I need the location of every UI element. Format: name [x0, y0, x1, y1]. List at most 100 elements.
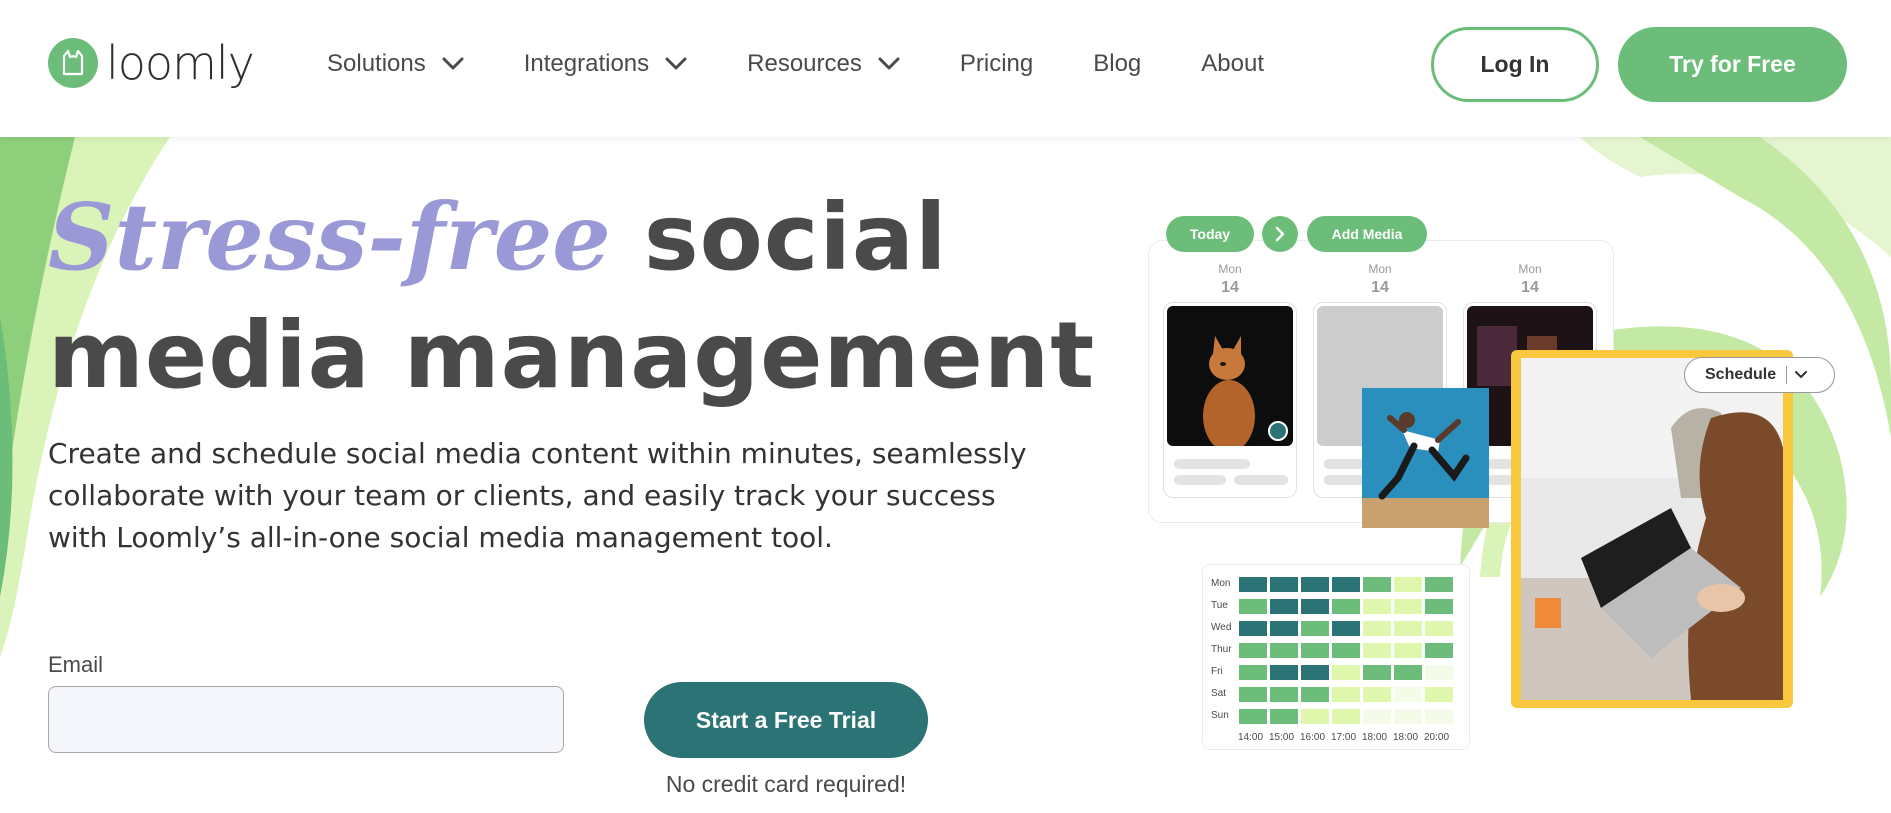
day-number: 14: [1221, 279, 1239, 296]
chevron-down-icon: [442, 57, 464, 71]
logo-wordmark: loomly: [106, 36, 255, 90]
chevron-down-icon: [665, 57, 687, 71]
heatmap-row-label: Mon: [1211, 578, 1231, 589]
start-free-trial-button[interactable]: Start a Free Trial: [644, 682, 928, 758]
heatmap-cell: [1332, 643, 1360, 658]
heatmap-cell: [1270, 709, 1298, 724]
nav-integrations[interactable]: Integrations: [524, 50, 687, 78]
login-button[interactable]: Log In: [1431, 27, 1599, 102]
heatmap-row-label: Tue: [1211, 600, 1228, 611]
heatmap-cell: [1363, 665, 1391, 680]
heatmap-cell: [1425, 665, 1453, 680]
heatmap-cell: [1270, 621, 1298, 636]
headline-line1-rest: social: [643, 184, 948, 291]
nav-label: About: [1201, 50, 1264, 77]
heatmap-cell: [1394, 577, 1422, 592]
logo-cat-icon: [48, 38, 98, 88]
heatmap-cell: [1332, 599, 1360, 614]
schedule-label: Schedule: [1705, 366, 1777, 383]
schedule-dropdown[interactable]: Schedule: [1684, 357, 1835, 393]
heatmap-cell: [1239, 643, 1267, 658]
heatmap-cell: [1239, 577, 1267, 592]
heatmap-row-label: Thur: [1211, 644, 1232, 655]
heatmap-cell: [1394, 621, 1422, 636]
nav-label: Blog: [1093, 50, 1142, 77]
headline-line2: media management: [48, 302, 1096, 409]
heatmap-col-label: 20:00: [1424, 732, 1450, 743]
heatmap-cell: [1332, 687, 1360, 702]
heatmap-cell: [1425, 621, 1453, 636]
laptop-woman-photo: [1521, 358, 1783, 700]
heatmap-col-label: 18:00: [1362, 732, 1388, 743]
day-number: 14: [1521, 279, 1539, 296]
featured-post-frame: [1511, 350, 1793, 708]
heatmap-cell: [1394, 599, 1422, 614]
heatmap-cell: [1425, 577, 1453, 592]
nav-resources[interactable]: Resources: [747, 50, 900, 78]
email-field[interactable]: [48, 686, 564, 753]
heatmap-cell: [1239, 621, 1267, 636]
heatmap-cell: [1301, 665, 1329, 680]
heatmap-cell: [1270, 665, 1298, 680]
heatmap-row-label: Fri: [1211, 666, 1223, 677]
best-time-heatmap: Mon Tue Wed Thur Fri Sat Sun 14:00 15:00 16:00 17:…: [1202, 564, 1470, 750]
heatmap-row-label: Sat: [1211, 688, 1227, 699]
scheduled-post-card[interactable]: [1163, 302, 1297, 498]
day-label: Mon: [1518, 262, 1542, 276]
no-credit-card-note: No credit card required!: [665, 771, 907, 797]
heatmap-cell: [1363, 709, 1391, 724]
heatmap-cell: [1301, 687, 1329, 702]
heatmap-cell: [1270, 643, 1298, 658]
day-label: Mon: [1218, 262, 1242, 276]
nav-label: Integrations: [523, 50, 650, 77]
main-nav: Solutions Integrations Resources Pricing…: [327, 50, 1324, 78]
heatmap-cell: [1363, 643, 1391, 658]
heatmap-cell: [1332, 577, 1360, 592]
heatmap-cell: [1270, 687, 1298, 702]
heatmap-cell: [1332, 621, 1360, 636]
today-button[interactable]: Today: [1166, 216, 1254, 252]
heatmap-cell: [1394, 643, 1422, 658]
heatmap-cell: [1301, 709, 1329, 724]
heatmap-col-label: 18:00: [1393, 732, 1419, 743]
heatmap-cell: [1425, 687, 1453, 702]
heatmap-row-label: Wed: [1211, 622, 1232, 633]
heatmap-cell: [1270, 599, 1298, 614]
chevron-down-icon: [1795, 371, 1808, 378]
heatmap-cell: [1239, 709, 1267, 724]
heatmap-cell: [1239, 687, 1267, 702]
heatmap-cell: [1239, 599, 1267, 614]
heatmap-cell: [1332, 709, 1360, 724]
heatmap-row-label: Sun: [1211, 710, 1229, 721]
nav-blog[interactable]: Blog: [1093, 50, 1141, 78]
heatmap-cell: [1363, 687, 1391, 702]
heatmap-cell: [1394, 709, 1422, 724]
heatmap-cell: [1425, 599, 1453, 614]
heatmap-cell: [1363, 577, 1391, 592]
heatmap-cell: [1301, 621, 1329, 636]
try-for-free-button[interactable]: Try for Free: [1618, 27, 1847, 102]
chevron-down-icon: [878, 57, 900, 71]
heatmap-cell: [1363, 621, 1391, 636]
heatmap-cell: [1425, 643, 1453, 658]
headline-accent: Stress-free: [48, 183, 611, 291]
instagram-icon: [1268, 421, 1288, 441]
heatmap-cell: [1301, 643, 1329, 658]
nav-label: Solutions: [327, 50, 426, 77]
heatmap-col-label: 17:00: [1331, 732, 1357, 743]
heatmap-cell: [1425, 709, 1453, 724]
hero-headline: Stress-free social media management: [48, 178, 1095, 415]
logo[interactable]: loomly: [48, 36, 255, 90]
day-number: 14: [1371, 279, 1389, 296]
nav-solutions[interactable]: Solutions: [327, 50, 464, 78]
next-arrow-button[interactable]: [1262, 216, 1298, 252]
nav-about[interactable]: About: [1201, 50, 1264, 78]
add-media-button[interactable]: Add Media: [1307, 216, 1427, 252]
heatmap-cell: [1301, 577, 1329, 592]
nav-pricing[interactable]: Pricing: [960, 50, 1033, 78]
heatmap-cell: [1239, 665, 1267, 680]
email-label: Email: [48, 652, 104, 677]
heatmap-cell: [1332, 665, 1360, 680]
hero-subheading: Create and schedule social media content…: [48, 437, 1027, 554]
heatmap-cell: [1394, 665, 1422, 680]
